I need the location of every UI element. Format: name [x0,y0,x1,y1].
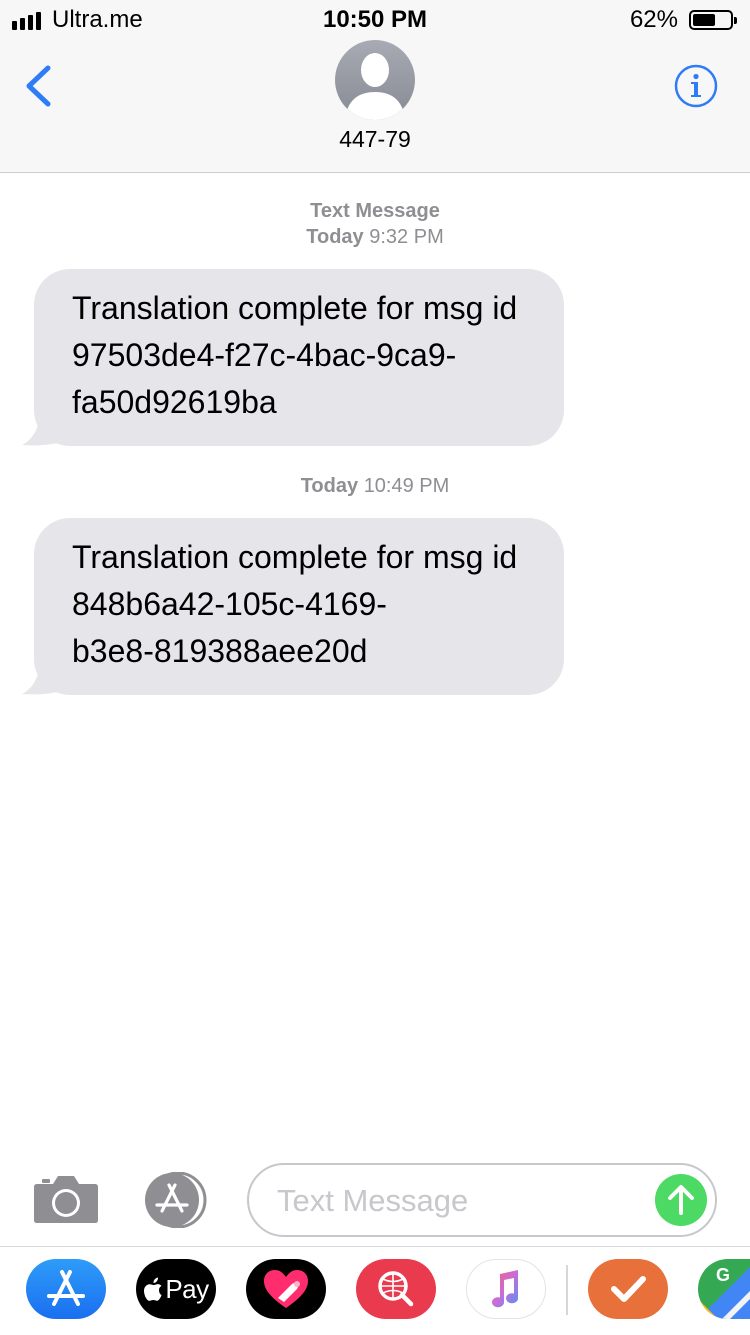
composer-bar [0,1150,750,1246]
checkmark-icon [611,1276,646,1302]
service-label: Text Message [310,200,440,222]
apple-logo-icon [144,1277,162,1301]
timestamp: Today 9:32 PM [306,226,444,248]
app-drawer-google-maps[interactable]: G [698,1259,750,1319]
message-bubble[interactable]: Translation complete for msg id 97503de4… [20,269,564,446]
app-drawer-divider [566,1265,568,1315]
google-maps-label: G [716,1265,730,1285]
app-store-icon [145,1171,207,1229]
chevron-left-icon [26,65,51,107]
app-drawer-images-search[interactable] [356,1259,436,1319]
app-store-icon [47,1270,85,1306]
app-drawer-check[interactable] [588,1259,668,1319]
digital-touch-icon [264,1270,308,1308]
images-search-icon [378,1271,414,1307]
message-input[interactable] [275,1165,649,1237]
message-line: Translation complete for msg id [72,539,518,575]
battery-icon [689,10,737,30]
info-button[interactable] [674,64,718,108]
back-button[interactable] [18,58,62,114]
message-line: 848b6a42-105c-4169- [72,586,387,622]
apple-pay-label: Pay [165,1273,209,1304]
app-drawer-apple-pay[interactable]: Pay [136,1259,216,1319]
contact-name[interactable]: 447-79 [0,126,750,153]
message-line: 97503de4-f27c-4bac-9ca9- [72,337,457,373]
message-line: fa50d92619ba [72,384,277,420]
send-button[interactable] [655,1174,707,1226]
message-bubble[interactable]: Translation complete for msg id 848b6a42… [20,518,564,695]
contact-avatar[interactable] [335,40,415,120]
send-arrow-up-icon [668,1185,694,1215]
app-drawer-digital-touch[interactable] [246,1259,326,1319]
battery-percent: 62% [629,6,678,33]
camera-icon [34,1176,98,1223]
person-silhouette-icon [345,53,405,120]
imessage-app-drawer: Pay G [0,1246,750,1335]
status-bar: Ultra.me 10:50 PM 62% [0,0,750,40]
app-store-button[interactable] [140,1171,212,1229]
info-icon [674,64,718,108]
music-icon [492,1270,519,1308]
message-text: Translation complete for msg id 97503de4… [34,269,564,446]
app-drawer-music[interactable] [466,1259,546,1319]
camera-button[interactable] [33,1172,99,1224]
google-maps-icon: G [698,1265,750,1319]
message-line: b3e8-819388aee20d [72,633,368,669]
app-drawer-app-store[interactable] [26,1259,106,1319]
message-input-container [247,1163,717,1237]
timestamp: Today 10:49 PM [300,475,450,497]
message-text: Translation complete for msg id 848b6a42… [34,518,564,695]
message-line: Translation complete for msg id [72,290,518,326]
